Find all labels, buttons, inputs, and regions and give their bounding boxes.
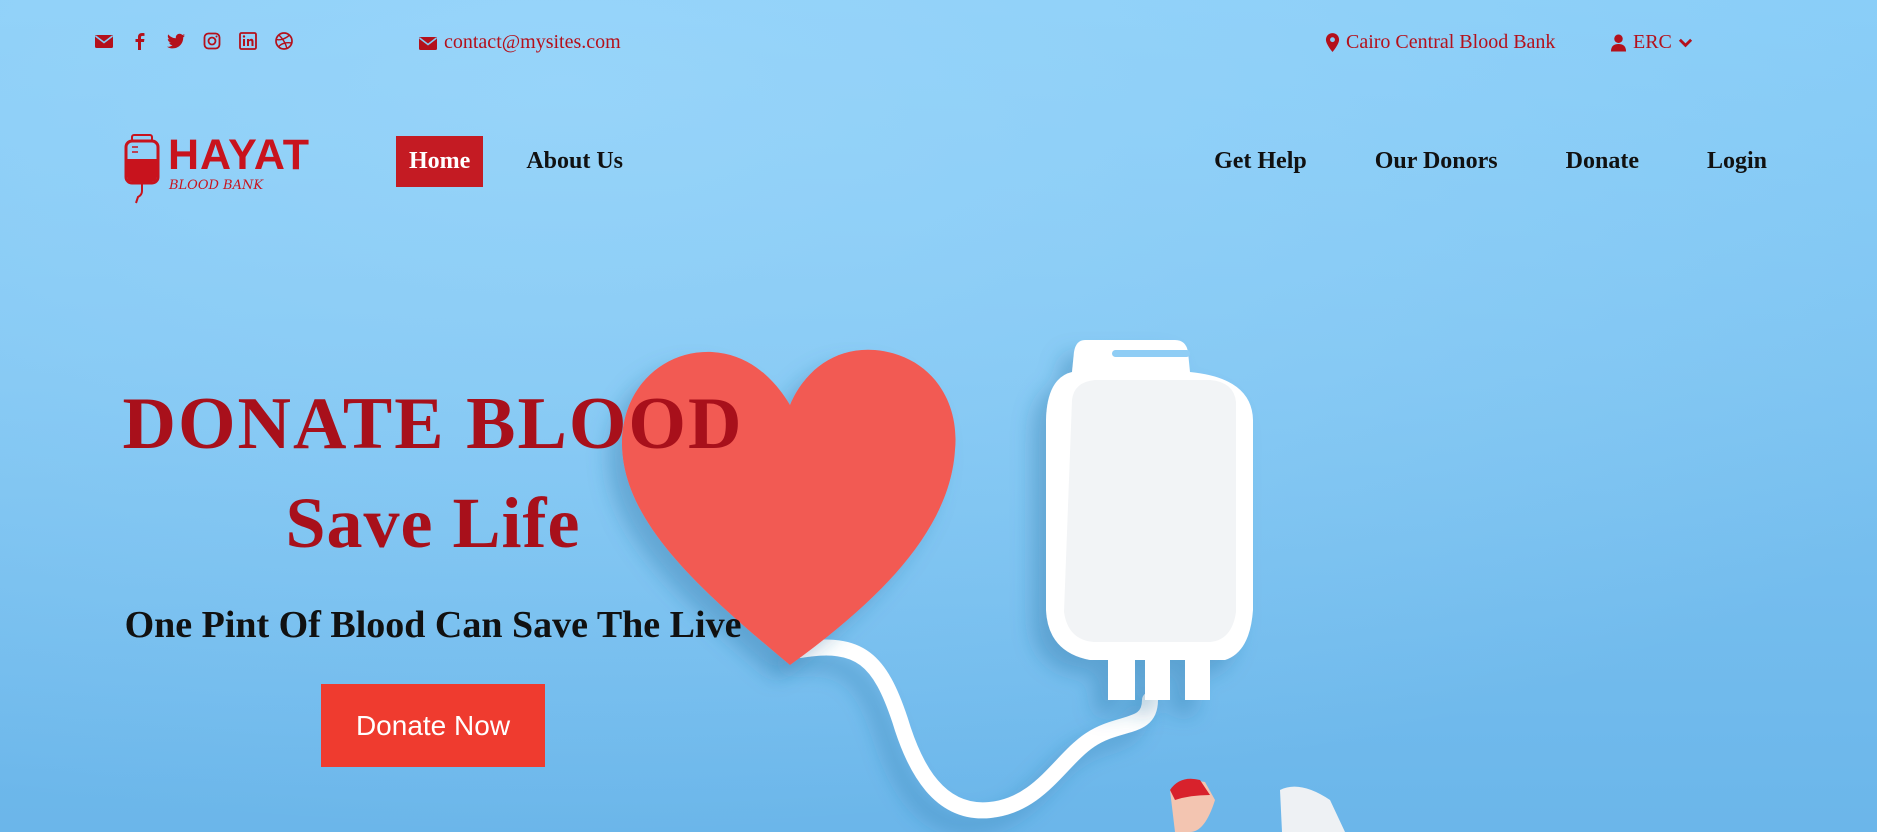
- nav-left: Home About Us: [396, 136, 636, 187]
- social-links: [93, 30, 295, 52]
- envelope-icon: [419, 36, 437, 50]
- contact-email[interactable]: contact@mysites.com: [418, 31, 621, 54]
- facebook-icon[interactable]: [129, 30, 151, 52]
- hero-subtitle: Save Life: [285, 483, 581, 563]
- brand-logo[interactable]: HAYAT BLOOD BANK: [122, 131, 322, 205]
- user-name: ERC: [1633, 31, 1672, 53]
- nav-right: Get Help Our Donors Donate Login: [1214, 136, 1767, 187]
- dribbble-icon[interactable]: [273, 30, 295, 52]
- brand-name: HAYAT: [168, 131, 311, 179]
- map-marker-icon: [1325, 33, 1340, 52]
- nav-about-us[interactable]: About Us: [513, 136, 636, 187]
- user-icon: [1610, 34, 1627, 51]
- nav-login[interactable]: Login: [1707, 136, 1767, 187]
- hero-tagline: One Pint Of Blood Can Save The Live: [124, 604, 742, 646]
- location-info: Cairo Central Blood Bank: [1325, 31, 1555, 54]
- nav-get-help[interactable]: Get Help: [1214, 136, 1307, 187]
- user-menu[interactable]: ERC: [1610, 31, 1693, 54]
- instagram-icon[interactable]: [201, 30, 223, 52]
- blood-bag-shape: [1046, 340, 1253, 700]
- contact-email-text: contact@mysites.com: [444, 31, 621, 53]
- envelope-icon[interactable]: [93, 30, 115, 52]
- linkedin-icon[interactable]: [237, 30, 259, 52]
- twitter-icon[interactable]: [165, 30, 187, 52]
- top-bar: contact@mysites.com Cairo Central Blood …: [0, 0, 1877, 88]
- location-text: Cairo Central Blood Bank: [1346, 31, 1556, 53]
- chevron-down-icon: [1678, 38, 1693, 47]
- brand-tagline: BLOOD BANK: [169, 178, 264, 193]
- donate-now-button[interactable]: Donate Now: [321, 684, 545, 767]
- nav-home[interactable]: Home: [396, 136, 484, 187]
- hero-title: DONATE BLOOD: [122, 383, 744, 465]
- nav-our-donors[interactable]: Our Donors: [1375, 136, 1498, 187]
- nav-donate[interactable]: Donate: [1566, 136, 1639, 187]
- blood-bag-logo-icon: [124, 134, 160, 204]
